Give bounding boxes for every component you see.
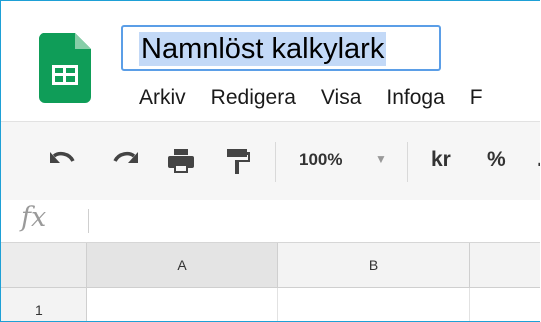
menu-item-format[interactable]: F <box>470 85 483 111</box>
document-title-text: Namnlöst kalkylark <box>139 32 387 66</box>
menu-item-visa[interactable]: Visa <box>321 85 361 111</box>
app-header: Namnlöst kalkylark Arkiv Redigera Visa I… <box>1 1 540 121</box>
cell-a1[interactable] <box>87 288 278 321</box>
print-icon[interactable] <box>164 144 198 178</box>
zoom-select[interactable]: 100% <box>299 150 342 170</box>
column-header-row: A B <box>1 243 540 288</box>
undo-icon[interactable] <box>45 144 79 178</box>
column-header-b[interactable]: B <box>278 243 470 287</box>
sheets-logo-icon[interactable] <box>39 33 91 103</box>
percent-format-button[interactable]: % <box>487 148 506 172</box>
formula-bar: fx <box>1 200 540 243</box>
fx-icon: fx <box>21 202 47 233</box>
chevron-down-icon[interactable]: ▼ <box>375 152 387 166</box>
menu-item-infoga[interactable]: Infoga <box>386 85 444 111</box>
toolbar-separator <box>407 142 408 182</box>
table-row: 1 <box>1 288 540 321</box>
row-label: 1 <box>35 302 43 318</box>
document-title-input[interactable]: Namnlöst kalkylark <box>121 25 441 71</box>
column-label: B <box>368 257 379 273</box>
decimal-format-button[interactable]: . <box>537 148 540 172</box>
column-label: A <box>177 257 187 273</box>
window-frame: Namnlöst kalkylark Arkiv Redigera Visa I… <box>0 0 540 322</box>
paint-format-icon[interactable] <box>221 144 255 178</box>
select-all-corner[interactable] <box>1 243 87 287</box>
menu-bar: Arkiv Redigera Visa Infoga F <box>139 85 508 111</box>
cell-b1[interactable] <box>278 288 470 321</box>
row-header-1[interactable]: 1 <box>1 288 87 321</box>
redo-icon[interactable] <box>109 144 143 178</box>
menu-item-redigera[interactable]: Redigera <box>211 85 296 111</box>
toolbar: 100% ▼ kr % . <box>1 121 540 201</box>
column-header-a[interactable]: A <box>87 243 278 287</box>
formula-bar-separator <box>88 209 89 233</box>
toolbar-separator <box>275 142 276 182</box>
menu-item-arkiv[interactable]: Arkiv <box>139 85 186 111</box>
currency-format-button[interactable]: kr <box>431 148 451 172</box>
